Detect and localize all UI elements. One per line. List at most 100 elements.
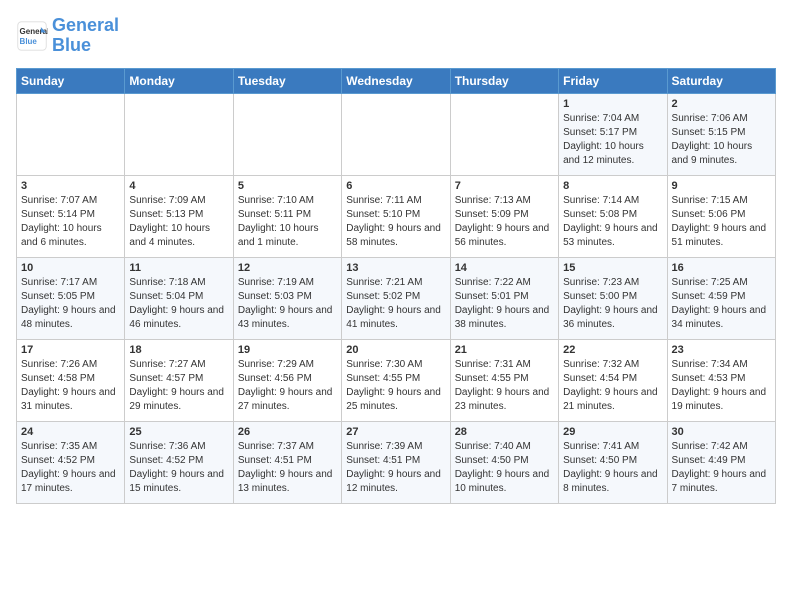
day-info: Sunrise: 7:07 AM Sunset: 5:14 PM Dayligh… — [21, 194, 120, 250]
day-info: Sunrise: 7:09 AM Sunset: 5:13 PM Dayligh… — [129, 194, 228, 250]
day-number: 16 — [672, 262, 771, 274]
day-info: Sunrise: 7:04 AM Sunset: 5:17 PM Dayligh… — [563, 112, 662, 168]
day-number: 14 — [455, 262, 554, 274]
day-number: 15 — [563, 262, 662, 274]
calendar-cell: 6 Sunrise: 7:11 AM Sunset: 5:10 PM Daylig… — [342, 175, 450, 257]
day-number: 27 — [346, 426, 445, 438]
day-info: Sunrise: 7:13 AM Sunset: 5:09 PM Dayligh… — [455, 194, 554, 250]
day-number: 10 — [21, 262, 120, 274]
day-number: 12 — [238, 262, 337, 274]
day-info: Sunrise: 7:23 AM Sunset: 5:00 PM Dayligh… — [563, 276, 662, 332]
day-info: Sunrise: 7:36 AM Sunset: 4:52 PM Dayligh… — [129, 440, 228, 496]
calendar-cell: 10 Sunrise: 7:17 AM Sunset: 5:05 PM Dayli… — [17, 257, 125, 339]
day-number: 22 — [563, 344, 662, 356]
day-info: Sunrise: 7:39 AM Sunset: 4:51 PM Dayligh… — [346, 440, 445, 496]
day-info: Sunrise: 7:17 AM Sunset: 5:05 PM Dayligh… — [21, 276, 120, 332]
day-header-tuesday: Tuesday — [233, 68, 341, 93]
calendar-cell: 25 Sunrise: 7:36 AM Sunset: 4:52 PM Dayli… — [125, 421, 233, 503]
day-info: Sunrise: 7:32 AM Sunset: 4:54 PM Dayligh… — [563, 358, 662, 414]
day-number: 1 — [563, 98, 662, 110]
day-number: 8 — [563, 180, 662, 192]
day-info: Sunrise: 7:27 AM Sunset: 4:57 PM Dayligh… — [129, 358, 228, 414]
calendar-table: SundayMondayTuesdayWednesdayThursdayFrid… — [16, 68, 776, 504]
day-number: 25 — [129, 426, 228, 438]
day-number: 9 — [672, 180, 771, 192]
calendar-cell: 22 Sunrise: 7:32 AM Sunset: 4:54 PM Dayli… — [559, 339, 667, 421]
day-header-sunday: Sunday — [17, 68, 125, 93]
day-info: Sunrise: 7:41 AM Sunset: 4:50 PM Dayligh… — [563, 440, 662, 496]
day-number: 26 — [238, 426, 337, 438]
day-number: 17 — [21, 344, 120, 356]
calendar-cell: 8 Sunrise: 7:14 AM Sunset: 5:08 PM Daylig… — [559, 175, 667, 257]
calendar-cell: 17 Sunrise: 7:26 AM Sunset: 4:58 PM Dayli… — [17, 339, 125, 421]
logo-icon: General Blue — [16, 20, 48, 52]
day-info: Sunrise: 7:29 AM Sunset: 4:56 PM Dayligh… — [238, 358, 337, 414]
day-number: 23 — [672, 344, 771, 356]
calendar-cell: 28 Sunrise: 7:40 AM Sunset: 4:50 PM Dayli… — [450, 421, 558, 503]
calendar-cell: 13Sunrise: 7:21 AM Sunset: 5:02 PM Dayli… — [342, 257, 450, 339]
calendar-cell: 16 Sunrise: 7:25 AM Sunset: 4:59 PM Dayli… — [667, 257, 775, 339]
calendar-cell: 19 Sunrise: 7:29 AM Sunset: 4:56 PM Dayli… — [233, 339, 341, 421]
calendar-cell: 12 Sunrise: 7:19 AM Sunset: 5:03 PM Dayli… — [233, 257, 341, 339]
day-number: 30 — [672, 426, 771, 438]
day-number: 18 — [129, 344, 228, 356]
logo-text: GeneralBlue — [52, 16, 119, 56]
day-number: 4 — [129, 180, 228, 192]
calendar-cell: 21 Sunrise: 7:31 AM Sunset: 4:55 PM Dayli… — [450, 339, 558, 421]
calendar-cell: 23 Sunrise: 7:34 AM Sunset: 4:53 PM Dayli… — [667, 339, 775, 421]
calendar-cell: 7 Sunrise: 7:13 AM Sunset: 5:09 PM Daylig… — [450, 175, 558, 257]
day-number: 19 — [238, 344, 337, 356]
day-info: Sunrise: 7:26 AM Sunset: 4:58 PM Dayligh… — [21, 358, 120, 414]
day-info: Sunrise: 7:40 AM Sunset: 4:50 PM Dayligh… — [455, 440, 554, 496]
calendar-cell — [17, 93, 125, 175]
calendar-cell: 20 Sunrise: 7:30 AM Sunset: 4:55 PM Dayli… — [342, 339, 450, 421]
calendar-cell: 3 Sunrise: 7:07 AM Sunset: 5:14 PM Daylig… — [17, 175, 125, 257]
calendar-cell — [342, 93, 450, 175]
day-info: Sunrise: 7:37 AM Sunset: 4:51 PM Dayligh… — [238, 440, 337, 496]
day-number: 28 — [455, 426, 554, 438]
day-header-wednesday: Wednesday — [342, 68, 450, 93]
svg-text:Blue: Blue — [20, 37, 38, 46]
day-number: 21 — [455, 344, 554, 356]
day-info: Sunrise: 7:11 AM Sunset: 5:10 PM Dayligh… — [346, 194, 445, 250]
calendar-cell: 11 Sunrise: 7:18 AM Sunset: 5:04 PM Dayli… — [125, 257, 233, 339]
day-number: 11 — [129, 262, 228, 274]
day-info: Sunrise: 7:42 AM Sunset: 4:49 PM Dayligh… — [672, 440, 771, 496]
day-info: Sunrise: 7:19 AM Sunset: 5:03 PM Dayligh… — [238, 276, 337, 332]
day-number: 6 — [346, 180, 445, 192]
day-info: Sunrise: 7:30 AM Sunset: 4:55 PM Dayligh… — [346, 358, 445, 414]
calendar-cell — [233, 93, 341, 175]
calendar-cell — [125, 93, 233, 175]
calendar-cell: 5Sunrise: 7:10 AM Sunset: 5:11 PM Daylig… — [233, 175, 341, 257]
day-header-friday: Friday — [559, 68, 667, 93]
calendar-cell: 30 Sunrise: 7:42 AM Sunset: 4:49 PM Dayli… — [667, 421, 775, 503]
day-number: 3 — [21, 180, 120, 192]
day-info: Sunrise: 7:22 AM Sunset: 5:01 PM Dayligh… — [455, 276, 554, 332]
logo: General Blue GeneralBlue — [16, 16, 119, 56]
day-info: Sunrise: 7:18 AM Sunset: 5:04 PM Dayligh… — [129, 276, 228, 332]
day-number: 2 — [672, 98, 771, 110]
day-info: Sunrise: 7:25 AM Sunset: 4:59 PM Dayligh… — [672, 276, 771, 332]
calendar-cell: 4 Sunrise: 7:09 AM Sunset: 5:13 PM Daylig… — [125, 175, 233, 257]
calendar-cell: 29Sunrise: 7:41 AM Sunset: 4:50 PM Dayli… — [559, 421, 667, 503]
day-info: Sunrise: 7:10 AM Sunset: 5:11 PM Dayligh… — [238, 194, 337, 250]
day-info: Sunrise: 7:34 AM Sunset: 4:53 PM Dayligh… — [672, 358, 771, 414]
page-header: General Blue GeneralBlue — [16, 16, 776, 56]
calendar-cell: 24 Sunrise: 7:35 AM Sunset: 4:52 PM Dayli… — [17, 421, 125, 503]
day-number: 24 — [21, 426, 120, 438]
day-info: Sunrise: 7:14 AM Sunset: 5:08 PM Dayligh… — [563, 194, 662, 250]
day-info: Sunrise: 7:15 AM Sunset: 5:06 PM Dayligh… — [672, 194, 771, 250]
day-info: Sunrise: 7:31 AM Sunset: 4:55 PM Dayligh… — [455, 358, 554, 414]
calendar-cell — [450, 93, 558, 175]
calendar-cell: 26 Sunrise: 7:37 AM Sunset: 4:51 PM Dayli… — [233, 421, 341, 503]
day-header-thursday: Thursday — [450, 68, 558, 93]
day-number: 20 — [346, 344, 445, 356]
day-info: Sunrise: 7:06 AM Sunset: 5:15 PM Dayligh… — [672, 112, 771, 168]
day-header-monday: Monday — [125, 68, 233, 93]
calendar-cell: 14 Sunrise: 7:22 AM Sunset: 5:01 PM Dayli… — [450, 257, 558, 339]
day-info: Sunrise: 7:35 AM Sunset: 4:52 PM Dayligh… — [21, 440, 120, 496]
calendar-cell: 18 Sunrise: 7:27 AM Sunset: 4:57 PM Dayli… — [125, 339, 233, 421]
day-number: 7 — [455, 180, 554, 192]
day-info: Sunrise: 7:21 AM Sunset: 5:02 PM Dayligh… — [346, 276, 445, 332]
calendar-cell: 9 Sunrise: 7:15 AM Sunset: 5:06 PM Daylig… — [667, 175, 775, 257]
